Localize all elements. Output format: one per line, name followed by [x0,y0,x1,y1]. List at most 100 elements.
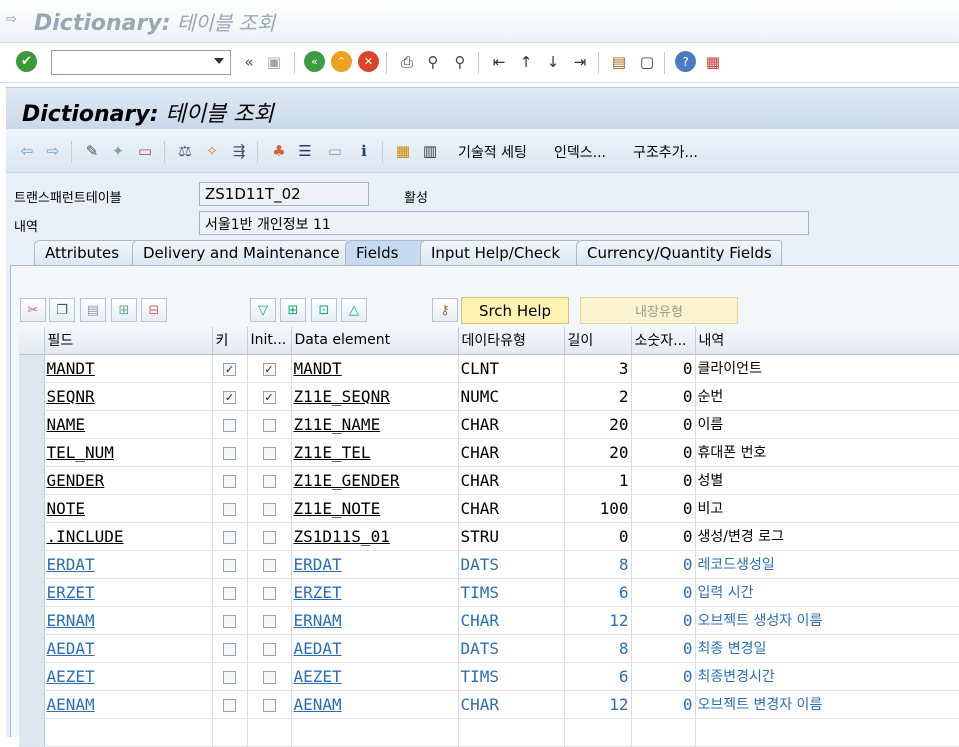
technical-settings-button[interactable]: 기술적 세팅 [458,142,527,162]
data-element[interactable]: ERNAM [294,611,342,630]
field-name-cell[interactable]: GENDER [44,466,213,495]
column-header-data-type[interactable]: 데이타유형 [458,327,565,355]
field-name-cell[interactable]: NAME [44,410,213,439]
key-cell[interactable]: ✓ [212,354,248,383]
decimals-cell[interactable]: 0 [631,550,696,579]
key-cell[interactable] [212,438,248,467]
init-cell[interactable] [247,690,292,719]
data-element-cell[interactable]: ZS1D11S_01 [291,522,459,551]
length-cell[interactable]: 6 [564,578,632,607]
init-checkbox[interactable] [262,614,276,628]
row-selector[interactable] [19,690,45,719]
navigation-window-icon[interactable]: ▭ [324,140,346,162]
table-name-field[interactable]: ZS1D11T_02 [199,182,369,206]
row-selector[interactable] [19,718,45,747]
key-checkbox[interactable] [223,446,236,460]
description-cell[interactable]: 성별 [695,466,959,495]
exit-session-icon[interactable]: ⌃ [331,51,352,72]
column-header-length[interactable]: 길이 [564,327,632,355]
length-cell[interactable]: 6 [564,662,632,691]
table-contents-icon[interactable]: ▥ [419,140,441,162]
data-element-cell[interactable]: Z11E_SEQNR [291,382,459,411]
select-all-icon[interactable]: ⊞ [280,298,306,322]
display-object-list-icon[interactable]: ☰ [294,140,316,162]
data-type-cell[interactable]: DATS [458,634,565,663]
data-type-cell[interactable]: TIMS [458,578,565,607]
data-type-cell[interactable]: CHAR [458,438,565,467]
contents-icon[interactable]: ▦ [392,140,414,162]
dropdown-arrow-icon[interactable] [214,58,224,64]
data-type-cell[interactable]: CLNT [458,354,565,383]
enter-check-icon[interactable]: ✔ [16,51,37,72]
builtin-type-button[interactable]: 내장유형 [580,297,738,324]
row-selector[interactable] [19,354,45,383]
data-element-cell[interactable]: ERZET [291,578,459,607]
init-cell[interactable]: ✓ [247,382,292,411]
init-cell[interactable] [247,662,292,691]
data-element[interactable]: ERDAT [294,555,342,574]
save-icon[interactable]: ▣ [263,51,285,73]
cut-icon[interactable]: ✂ [20,298,46,322]
data-type-cell[interactable]: CHAR [458,410,565,439]
data-type-cell[interactable]: CHAR [458,466,565,495]
data-element[interactable]: AEZET [294,667,342,686]
cancel-icon[interactable]: ✕ [358,51,379,72]
init-cell[interactable] [247,606,292,635]
empty-cell[interactable] [212,718,248,747]
append-structure-button[interactable]: 구조추가... [633,142,698,162]
row-selector[interactable] [19,382,45,411]
row-selector[interactable] [19,634,45,663]
create-session-icon[interactable]: ▤ [608,51,630,73]
empty-cell[interactable] [247,718,292,747]
key-checkbox[interactable] [223,698,236,712]
decimals-cell[interactable]: 0 [631,522,696,551]
field-name-cell[interactable]: ERNAM [44,606,213,635]
data-element-cell[interactable]: ERDAT [291,550,459,579]
init-checkbox[interactable] [262,446,276,460]
empty-cell[interactable] [564,718,632,747]
display-change-icon[interactable]: ✎ [81,140,103,162]
init-checkbox[interactable] [262,558,276,572]
check-icon[interactable]: ⚖ [174,140,196,162]
copy-icon[interactable]: ❐ [49,298,75,322]
column-header-description[interactable]: 내역 [695,327,959,355]
search-help-button[interactable]: Srch Help [461,297,569,324]
tab-attributes[interactable]: Attributes [34,240,138,266]
key-checkbox[interactable] [223,558,236,572]
empty-cell[interactable] [695,718,959,747]
paste-icon[interactable]: ▤ [80,298,106,322]
description-cell[interactable]: 오브젝트 변경자 이름 [695,690,959,719]
info-icon[interactable]: ℹ [353,140,375,162]
field-name[interactable]: .INCLUDE [47,527,124,546]
init-checkbox[interactable] [262,474,276,488]
activate-icon[interactable]: ✧ [201,140,223,162]
data-type-cell[interactable]: STRU [458,522,565,551]
decimals-cell[interactable]: 0 [631,438,696,467]
deselect-all-icon[interactable]: ⊡ [311,298,337,322]
empty-cell[interactable] [458,718,565,747]
field-name-cell[interactable]: AEZET [44,662,213,691]
delete-row-icon[interactable]: ⊟ [141,298,167,322]
column-header-data-element[interactable]: Data element [291,327,459,355]
row-selector[interactable] [19,410,45,439]
tab-fields[interactable]: Fields [345,240,430,266]
key-cell[interactable] [212,494,248,523]
column-header-decimals[interactable]: 소숫자... [631,327,696,355]
key-checkbox[interactable] [223,586,236,600]
where-used-icon[interactable]: ⇶ [228,140,250,162]
field-name-cell[interactable]: TEL_NUM [44,438,213,467]
description-cell[interactable]: 오브젝트 생성자 이름 [695,606,959,635]
field-name-cell[interactable]: SEQNR [44,382,213,411]
next-page-icon[interactable]: ↓ [542,51,564,73]
length-cell[interactable]: 12 [564,606,632,635]
key-cell[interactable] [212,634,248,663]
decimals-cell[interactable]: 0 [631,690,696,719]
empty-cell[interactable] [291,718,459,747]
column-header-init[interactable]: Init... [247,327,292,355]
row-selector[interactable] [19,550,45,579]
key-checkbox[interactable] [223,502,236,516]
collapse-command-icon[interactable]: « [238,51,260,73]
decimals-cell[interactable]: 0 [631,382,696,411]
key-checkbox[interactable] [223,530,236,544]
field-name[interactable]: ERNAM [47,611,95,630]
